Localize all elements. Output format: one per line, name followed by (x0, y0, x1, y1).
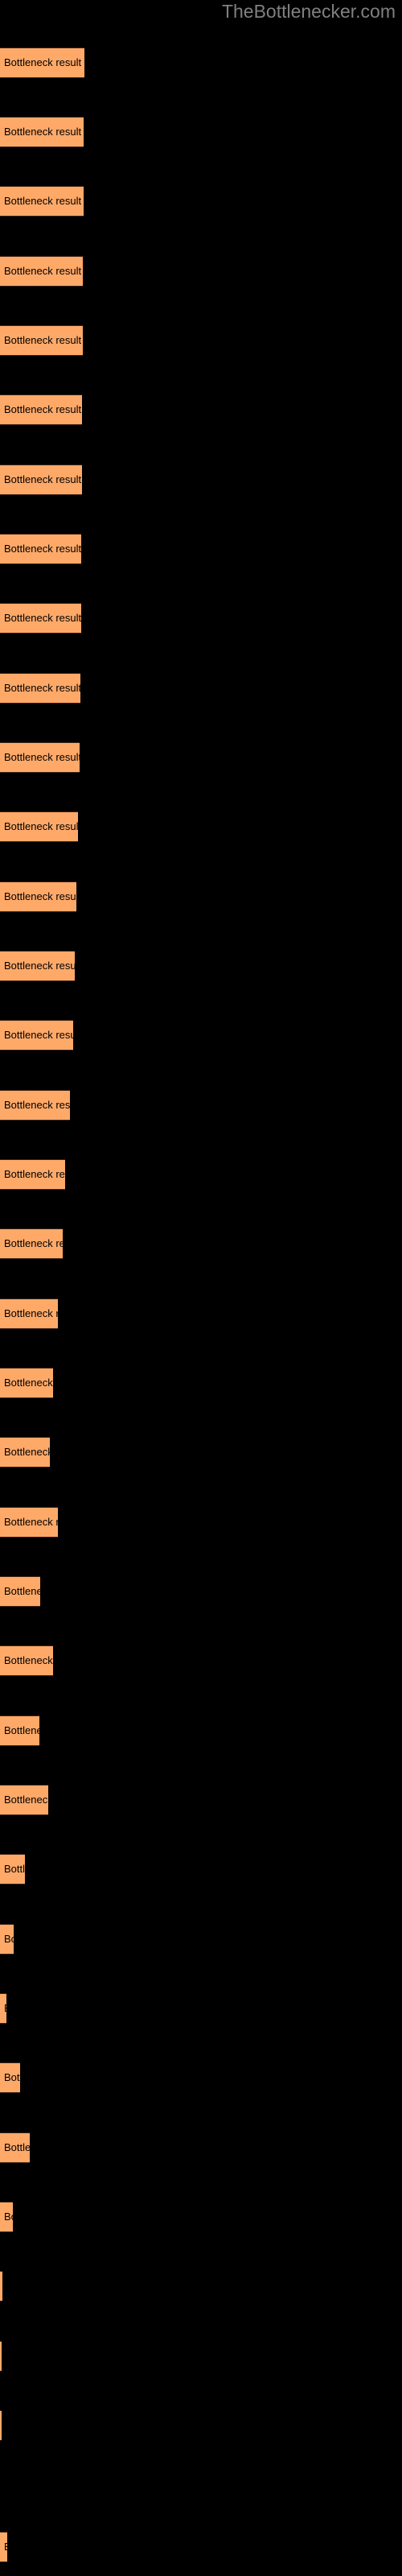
bar-label-clip: Bottleneck result (0, 881, 126, 912)
bar-label-clip: Bottleneck result (0, 1576, 90, 1607)
bar-label-clip: Bottleneck result (0, 673, 130, 704)
bar-label-clip: Bottleneck result (0, 1715, 89, 1746)
bar-label: Bottleneck result (4, 1863, 75, 1875)
bar (0, 2410, 2, 2441)
bar-label: Bottleneck result (4, 2211, 63, 2223)
bar-label: Bottleneck result (4, 1585, 82, 1597)
bar-label: Bottleneck result (4, 2141, 80, 2153)
bar-label: Bottleneck result (4, 612, 82, 624)
bar-chart-plot-area: Bottleneck result Bottleneck result Bottle… (0, 0, 402, 2576)
bar (0, 2271, 2, 2301)
bar-label-clip: Bottleneck result (0, 742, 129, 773)
bar-label-clip: Bottleneck result (0, 951, 125, 981)
bar-label-clip: Bottleneck result (0, 2062, 70, 2093)
bar-label-clip: Bottleneck result (0, 464, 132, 495)
bar-label-clip: Bottleneck result (0, 1507, 108, 1538)
bar-label: Bottleneck result (4, 56, 82, 68)
bar-label-clip: Bottleneck result (0, 534, 131, 564)
bar-label-clip: Bottleneck result (0, 1298, 108, 1329)
bar (0, 2341, 2, 2372)
bar-label: Bottleneck result (4, 265, 82, 277)
bar-label: Bottleneck result (4, 1237, 82, 1249)
bar-label: Bottleneck result (4, 960, 82, 972)
bar-label: Bottleneck result (4, 1794, 82, 1806)
bar-label: Bottleneck result (4, 1307, 82, 1319)
bar-label: Bottleneck result (4, 751, 82, 763)
bar-label-clip: Bottleneck result (0, 47, 134, 78)
bar-label: Bottleneck result (4, 890, 82, 902)
bar-label: Bottleneck result (4, 1654, 82, 1666)
bar-label: Bottleneck result (4, 403, 82, 415)
bar-label-clip: Bottleneck result (0, 1645, 103, 1676)
bar-label-clip: Bottleneck result (0, 1854, 75, 1885)
bar-label-clip: Bottleneck result (0, 2532, 57, 2562)
bar-label-clip: Bottleneck result (0, 186, 133, 217)
bar-label: Bottleneck result (4, 820, 82, 832)
bar-label: Bottleneck result (4, 2071, 70, 2083)
bar-label-clip: Bottleneck result (0, 1368, 103, 1398)
bar-label-clip: Bottleneck result (0, 394, 132, 425)
bar-label: Bottleneck result (4, 1099, 82, 1111)
bar-label-clip: Bottleneck result (0, 603, 131, 634)
bar-label: Bottleneck result (4, 1446, 82, 1458)
bar-label: Bottleneck result (4, 1724, 82, 1736)
bar-label: Bottleneck result (4, 2541, 57, 2553)
bar-label: Bottleneck result (4, 2002, 56, 2014)
bar-label-clip: Bottleneck result (0, 1924, 64, 1955)
bar-label: Bottleneck result (4, 1933, 64, 1945)
bar-label: Bottleneck result (4, 126, 82, 138)
bar-label: Bottleneck result (4, 195, 82, 207)
chart-page: TheBottlenecker.com Bottleneck result Bot… (0, 0, 402, 2576)
bar-label-clip: Bottleneck result (0, 1020, 123, 1051)
bar-label: Bottleneck result (4, 473, 82, 485)
bar-label: Bottleneck result (4, 334, 82, 346)
bar-label-clip: Bottleneck result (0, 2202, 63, 2232)
bar-label-clip: Bottleneck result (0, 117, 133, 147)
bar-label-clip: Bottleneck result (0, 2132, 80, 2163)
bar-label-clip: Bottleneck result (0, 325, 133, 356)
bar-label-clip: Bottleneck result (0, 1159, 115, 1190)
bar-label-clip: Bottleneck result (0, 1090, 120, 1121)
bar-label: Bottleneck result (4, 682, 82, 694)
bar-label: Bottleneck result (4, 1516, 82, 1528)
bar-label-clip: Bottleneck result (0, 811, 128, 842)
bar-label: Bottleneck result (4, 543, 82, 555)
bar-label-clip: Bottleneck result (0, 256, 133, 287)
bar-label-clip: Bottleneck result (0, 1228, 113, 1259)
bar-label: Bottleneck result (4, 1377, 82, 1389)
bar-label: Bottleneck result (4, 1168, 82, 1180)
bar-label-clip: Bottleneck result (0, 1437, 100, 1468)
bar-label: Bottleneck result (4, 1029, 82, 1041)
bar-label-clip: Bottleneck result (0, 1785, 98, 1815)
bar-label-clip: Bottleneck result (0, 1993, 56, 2024)
